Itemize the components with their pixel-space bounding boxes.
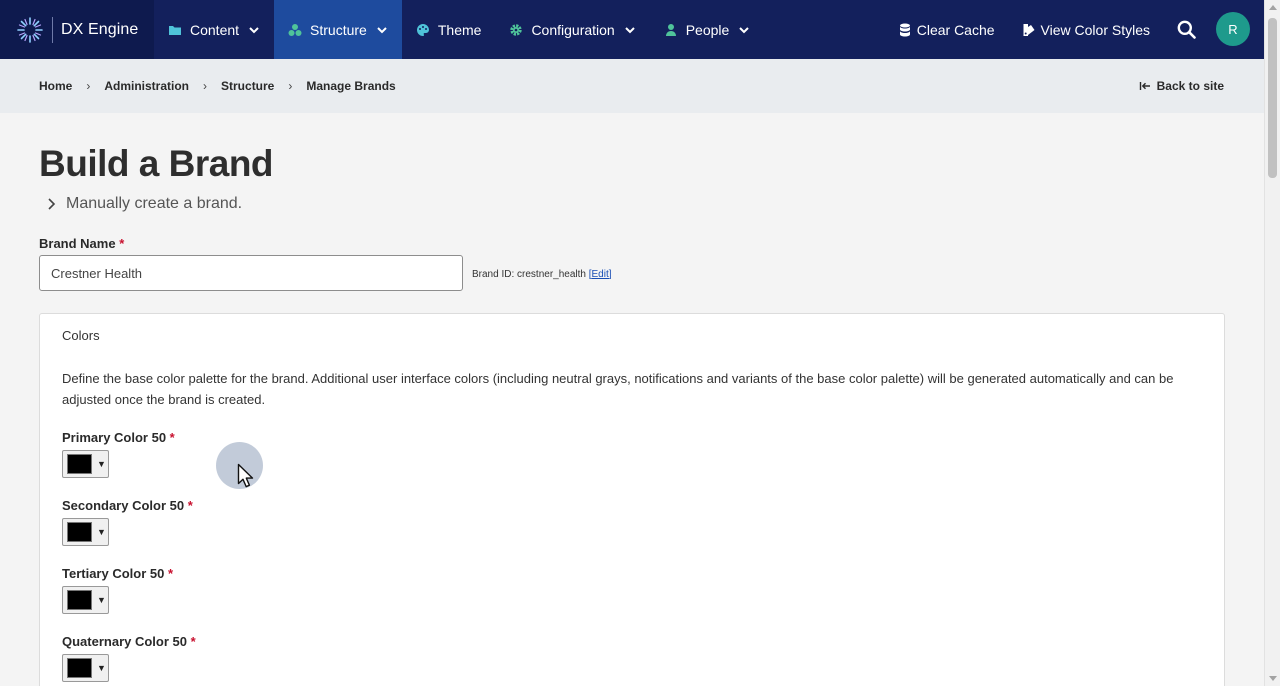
page-scrollbar[interactable]	[1264, 0, 1280, 686]
person-icon	[665, 23, 676, 36]
view-color-styles-button[interactable]: View Color Styles	[1009, 0, 1164, 59]
caret-down-icon: ▼	[97, 459, 106, 469]
chevron-down-icon	[739, 26, 750, 33]
tertiary-color-label: Tertiary Color 50 *	[62, 566, 1202, 581]
chevron-down-icon	[249, 26, 259, 33]
quaternary-color-label-text: Quaternary Color 50	[62, 634, 187, 649]
swatchbook-icon	[1023, 23, 1035, 36]
user-avatar[interactable]: R	[1216, 12, 1250, 46]
brand-name-label: Brand Name *	[39, 236, 1225, 251]
required-marker: *	[187, 498, 193, 513]
nav-structure[interactable]: Structure	[274, 0, 402, 59]
breadcrumb-structure[interactable]: Structure	[221, 79, 274, 93]
breadcrumb-separator: ›	[203, 79, 208, 93]
required-marker: *	[190, 634, 196, 649]
top-navigation: DX Engine Content Structure Theme Config…	[0, 0, 1264, 59]
main-content: Build a Brand Manually create a brand. B…	[39, 113, 1225, 686]
palette-icon	[416, 23, 429, 36]
colors-fieldset: Colors Define the base color palette for…	[39, 313, 1225, 686]
caret-down-icon: ▼	[97, 595, 106, 605]
breadcrumb-administration[interactable]: Administration	[104, 79, 189, 93]
manual-create-toggle[interactable]: Manually create a brand.	[47, 195, 1225, 213]
brand-home-link[interactable]: DX Engine	[0, 0, 154, 59]
manual-create-label: Manually create a brand.	[66, 195, 243, 212]
search-icon	[1177, 20, 1196, 39]
tertiary-color-picker[interactable]: ▼	[62, 586, 109, 614]
brand-divider	[52, 16, 53, 43]
breadcrumb: Home › Administration › Structure › Mana…	[39, 79, 396, 93]
breadcrumb-home[interactable]: Home	[39, 79, 72, 93]
required-marker: *	[119, 236, 125, 251]
gear-icon	[510, 23, 523, 36]
caret-down-icon: ▼	[97, 663, 106, 673]
breadcrumb-bar: Home › Administration › Structure › Mana…	[0, 59, 1264, 113]
back-arrow-icon	[1139, 82, 1150, 90]
caret-down-icon: ▼	[97, 527, 106, 537]
database-icon	[899, 23, 910, 36]
nav-content-label: Content	[190, 21, 240, 38]
color-swatch	[67, 658, 92, 678]
sitemap-icon	[288, 23, 302, 36]
brand-name-label-text: Brand Name	[39, 236, 116, 251]
scroll-down-arrow-icon[interactable]	[1269, 676, 1277, 681]
nav-configuration-label: Configuration	[531, 21, 615, 38]
brand-name-input[interactable]	[39, 255, 463, 291]
chevron-down-icon	[625, 26, 635, 33]
scrollbar-thumb[interactable]	[1268, 18, 1277, 178]
brand-id-edit-link[interactable]: [Edit]	[589, 269, 612, 280]
required-marker: *	[167, 566, 174, 581]
nav-configuration[interactable]: Configuration	[495, 0, 649, 59]
secondary-color-label-text: Secondary Color 50	[62, 498, 185, 513]
breadcrumb-manage-brands[interactable]: Manage Brands	[306, 79, 395, 93]
color-swatch	[67, 522, 92, 542]
nav-theme-label: Theme	[437, 21, 482, 38]
brand-id-display: Brand ID: crestner_health [Edit]	[472, 269, 612, 280]
tertiary-color-label-text: Tertiary Color 50	[62, 566, 165, 581]
required-marker: *	[169, 430, 175, 445]
breadcrumb-separator: ›	[288, 79, 293, 93]
quaternary-color-label: Quaternary Color 50 *	[62, 634, 1202, 649]
brand-name: DX Engine	[61, 20, 139, 38]
folder-icon	[169, 25, 181, 35]
colors-description: Define the base color palette for the br…	[62, 371, 1174, 407]
brand-id-text: Brand ID: crestner_health	[472, 268, 586, 280]
nav-theme[interactable]: Theme	[402, 0, 496, 59]
color-swatch	[67, 590, 92, 610]
primary-color-label-text: Primary Color 50	[62, 430, 167, 445]
nav-content[interactable]: Content	[154, 0, 274, 59]
page-title: Build a Brand	[39, 143, 274, 184]
clear-cache-button[interactable]: Clear Cache	[885, 0, 1009, 59]
nav-people[interactable]: People	[650, 0, 765, 59]
nav-people-label: People	[685, 21, 730, 38]
secondary-color-label: Secondary Color 50 *	[62, 498, 1202, 513]
view-color-styles-label: View Color Styles	[1040, 21, 1150, 38]
colors-title: Colors	[62, 328, 100, 343]
tertiary-color-field: Tertiary Color 50 * ▼	[62, 566, 1202, 614]
secondary-color-picker[interactable]: ▼	[62, 518, 109, 546]
back-to-site-label: Back to site	[1156, 79, 1224, 93]
back-to-site-link[interactable]: Back to site	[1139, 79, 1224, 93]
brand-name-row: Brand ID: crestner_health [Edit]	[39, 255, 1225, 291]
secondary-color-field: Secondary Color 50 * ▼	[62, 498, 1202, 546]
dx-engine-logo-icon	[17, 16, 43, 43]
breadcrumb-separator: ›	[86, 79, 91, 93]
mouse-pointer-icon	[237, 463, 254, 488]
color-swatch	[67, 454, 92, 474]
quaternary-color-picker[interactable]: ▼	[62, 654, 109, 682]
nav-structure-label: Structure	[310, 21, 367, 38]
quaternary-color-field: Quaternary Color 50 * ▼	[62, 634, 1202, 682]
primary-color-picker[interactable]: ▼	[62, 450, 109, 478]
chevron-right-icon	[48, 198, 56, 210]
chevron-down-icon	[377, 26, 387, 33]
scroll-up-arrow-icon[interactable]	[1269, 5, 1277, 10]
clear-cache-label: Clear Cache	[916, 21, 995, 38]
search-button[interactable]	[1164, 0, 1208, 59]
